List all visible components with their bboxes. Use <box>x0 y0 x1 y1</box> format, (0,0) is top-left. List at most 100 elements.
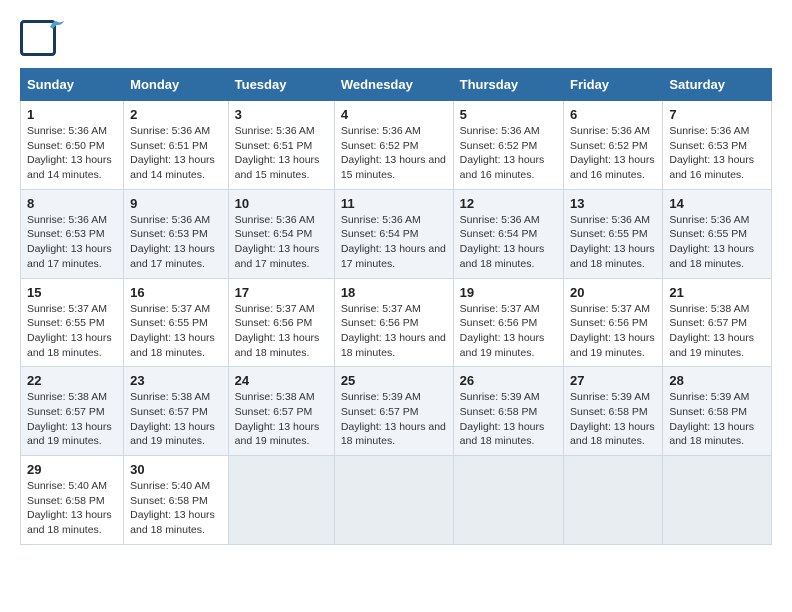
sunset-text: Sunset: 6:51 PM <box>235 139 328 154</box>
daylight-text: Daylight: 13 hours and 18 minutes. <box>570 420 656 449</box>
day-info: Sunrise: 5:36 AM Sunset: 6:51 PM Dayligh… <box>235 124 328 183</box>
sunset-text: Sunset: 6:57 PM <box>27 405 117 420</box>
calendar-week-2: 8 Sunrise: 5:36 AM Sunset: 6:53 PM Dayli… <box>21 189 772 278</box>
daylight-text: Daylight: 13 hours and 16 minutes. <box>570 153 656 182</box>
sunrise-text: Sunrise: 5:39 AM <box>460 390 557 405</box>
daylight-text: Daylight: 13 hours and 19 minutes. <box>130 420 222 449</box>
sunset-text: Sunset: 6:54 PM <box>235 227 328 242</box>
sunrise-text: Sunrise: 5:37 AM <box>235 302 328 317</box>
day-number: 16 <box>130 285 222 300</box>
day-number: 26 <box>460 373 557 388</box>
header-tuesday: Tuesday <box>228 69 334 101</box>
day-number: 17 <box>235 285 328 300</box>
daylight-text: Daylight: 13 hours and 16 minutes. <box>669 153 765 182</box>
day-info: Sunrise: 5:37 AM Sunset: 6:56 PM Dayligh… <box>570 302 656 361</box>
calendar-cell: 7 Sunrise: 5:36 AM Sunset: 6:53 PM Dayli… <box>663 101 772 190</box>
calendar-cell: 22 Sunrise: 5:38 AM Sunset: 6:57 PM Dayl… <box>21 367 124 456</box>
day-info: Sunrise: 5:36 AM Sunset: 6:52 PM Dayligh… <box>570 124 656 183</box>
calendar-week-3: 15 Sunrise: 5:37 AM Sunset: 6:55 PM Dayl… <box>21 278 772 367</box>
day-number: 21 <box>669 285 765 300</box>
calendar-cell: 21 Sunrise: 5:38 AM Sunset: 6:57 PM Dayl… <box>663 278 772 367</box>
sunset-text: Sunset: 6:52 PM <box>570 139 656 154</box>
calendar-cell: 30 Sunrise: 5:40 AM Sunset: 6:58 PM Dayl… <box>124 456 229 545</box>
day-info: Sunrise: 5:36 AM Sunset: 6:53 PM Dayligh… <box>130 213 222 272</box>
day-number: 15 <box>27 285 117 300</box>
calendar-header-row: SundayMondayTuesdayWednesdayThursdayFrid… <box>21 69 772 101</box>
day-info: Sunrise: 5:40 AM Sunset: 6:58 PM Dayligh… <box>130 479 222 538</box>
calendar-table: SundayMondayTuesdayWednesdayThursdayFrid… <box>20 68 772 545</box>
sunrise-text: Sunrise: 5:38 AM <box>235 390 328 405</box>
sunset-text: Sunset: 6:58 PM <box>460 405 557 420</box>
daylight-text: Daylight: 13 hours and 14 minutes. <box>27 153 117 182</box>
sunrise-text: Sunrise: 5:37 AM <box>570 302 656 317</box>
day-number: 9 <box>130 196 222 211</box>
sunrise-text: Sunrise: 5:38 AM <box>27 390 117 405</box>
logo <box>20 20 62 58</box>
sunrise-text: Sunrise: 5:36 AM <box>130 124 222 139</box>
calendar-cell: 27 Sunrise: 5:39 AM Sunset: 6:58 PM Dayl… <box>564 367 663 456</box>
calendar-cell: 1 Sunrise: 5:36 AM Sunset: 6:50 PM Dayli… <box>21 101 124 190</box>
day-info: Sunrise: 5:36 AM Sunset: 6:53 PM Dayligh… <box>669 124 765 183</box>
calendar-cell: 12 Sunrise: 5:36 AM Sunset: 6:54 PM Dayl… <box>453 189 563 278</box>
daylight-text: Daylight: 13 hours and 19 minutes. <box>669 331 765 360</box>
sunrise-text: Sunrise: 5:36 AM <box>570 124 656 139</box>
day-number: 12 <box>460 196 557 211</box>
daylight-text: Daylight: 13 hours and 18 minutes. <box>460 242 557 271</box>
day-number: 5 <box>460 107 557 122</box>
calendar-cell: 20 Sunrise: 5:37 AM Sunset: 6:56 PM Dayl… <box>564 278 663 367</box>
sunrise-text: Sunrise: 5:38 AM <box>669 302 765 317</box>
sunrise-text: Sunrise: 5:37 AM <box>341 302 447 317</box>
sunset-text: Sunset: 6:58 PM <box>669 405 765 420</box>
sunrise-text: Sunrise: 5:36 AM <box>460 124 557 139</box>
day-info: Sunrise: 5:40 AM Sunset: 6:58 PM Dayligh… <box>27 479 117 538</box>
daylight-text: Daylight: 13 hours and 17 minutes. <box>235 242 328 271</box>
sunrise-text: Sunrise: 5:37 AM <box>130 302 222 317</box>
daylight-text: Daylight: 13 hours and 18 minutes. <box>27 331 117 360</box>
calendar-cell: 25 Sunrise: 5:39 AM Sunset: 6:57 PM Dayl… <box>334 367 453 456</box>
day-info: Sunrise: 5:36 AM Sunset: 6:52 PM Dayligh… <box>460 124 557 183</box>
day-number: 4 <box>341 107 447 122</box>
day-info: Sunrise: 5:36 AM Sunset: 6:52 PM Dayligh… <box>341 124 447 183</box>
header <box>20 20 772 58</box>
day-number: 30 <box>130 462 222 477</box>
sunset-text: Sunset: 6:57 PM <box>235 405 328 420</box>
daylight-text: Daylight: 13 hours and 19 minutes. <box>460 331 557 360</box>
day-number: 27 <box>570 373 656 388</box>
daylight-text: Daylight: 13 hours and 18 minutes. <box>130 508 222 537</box>
daylight-text: Daylight: 13 hours and 18 minutes. <box>570 242 656 271</box>
sunrise-text: Sunrise: 5:36 AM <box>341 213 447 228</box>
header-wednesday: Wednesday <box>334 69 453 101</box>
calendar-cell: 9 Sunrise: 5:36 AM Sunset: 6:53 PM Dayli… <box>124 189 229 278</box>
header-thursday: Thursday <box>453 69 563 101</box>
sunrise-text: Sunrise: 5:36 AM <box>341 124 447 139</box>
calendar-week-1: 1 Sunrise: 5:36 AM Sunset: 6:50 PM Dayli… <box>21 101 772 190</box>
calendar-cell: 3 Sunrise: 5:36 AM Sunset: 6:51 PM Dayli… <box>228 101 334 190</box>
day-number: 28 <box>669 373 765 388</box>
day-number: 10 <box>235 196 328 211</box>
calendar-cell: 6 Sunrise: 5:36 AM Sunset: 6:52 PM Dayli… <box>564 101 663 190</box>
day-number: 1 <box>27 107 117 122</box>
sunrise-text: Sunrise: 5:37 AM <box>460 302 557 317</box>
day-number: 24 <box>235 373 328 388</box>
sunrise-text: Sunrise: 5:40 AM <box>130 479 222 494</box>
daylight-text: Daylight: 13 hours and 18 minutes. <box>235 331 328 360</box>
day-info: Sunrise: 5:36 AM Sunset: 6:55 PM Dayligh… <box>669 213 765 272</box>
sunset-text: Sunset: 6:56 PM <box>341 316 447 331</box>
day-number: 3 <box>235 107 328 122</box>
day-number: 14 <box>669 196 765 211</box>
calendar-cell: 15 Sunrise: 5:37 AM Sunset: 6:55 PM Dayl… <box>21 278 124 367</box>
calendar-cell <box>453 456 563 545</box>
header-sunday: Sunday <box>21 69 124 101</box>
sunset-text: Sunset: 6:56 PM <box>235 316 328 331</box>
sunrise-text: Sunrise: 5:36 AM <box>235 213 328 228</box>
calendar-cell: 11 Sunrise: 5:36 AM Sunset: 6:54 PM Dayl… <box>334 189 453 278</box>
day-info: Sunrise: 5:38 AM Sunset: 6:57 PM Dayligh… <box>669 302 765 361</box>
day-number: 11 <box>341 196 447 211</box>
calendar-cell: 29 Sunrise: 5:40 AM Sunset: 6:58 PM Dayl… <box>21 456 124 545</box>
day-info: Sunrise: 5:37 AM Sunset: 6:55 PM Dayligh… <box>130 302 222 361</box>
sunset-text: Sunset: 6:57 PM <box>341 405 447 420</box>
daylight-text: Daylight: 13 hours and 17 minutes. <box>341 242 447 271</box>
calendar-cell: 28 Sunrise: 5:39 AM Sunset: 6:58 PM Dayl… <box>663 367 772 456</box>
calendar-cell: 13 Sunrise: 5:36 AM Sunset: 6:55 PM Dayl… <box>564 189 663 278</box>
day-number: 2 <box>130 107 222 122</box>
